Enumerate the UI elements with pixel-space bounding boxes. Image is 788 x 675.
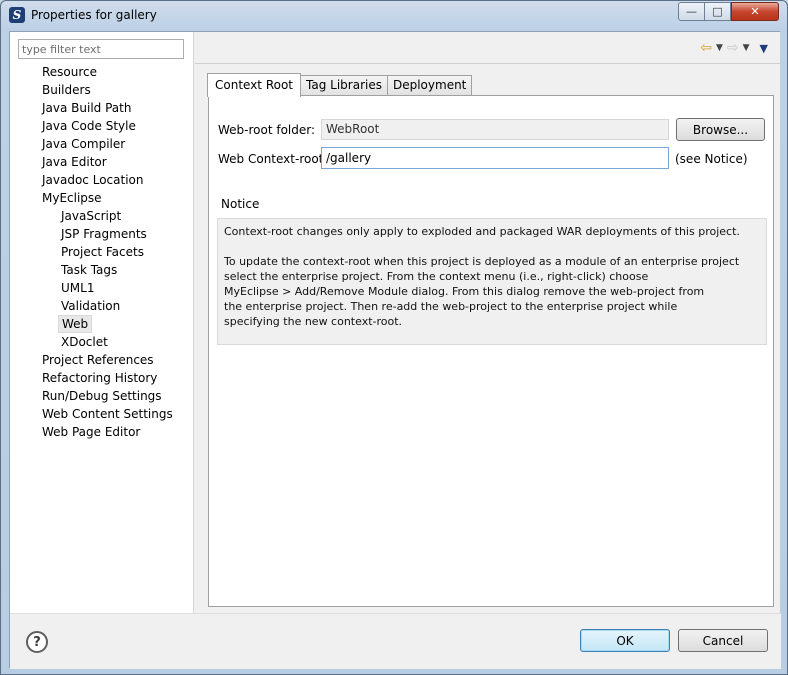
tree-item-java-compiler[interactable]: Java Compiler <box>10 135 194 153</box>
tree-item-label: Project Facets <box>61 245 144 259</box>
tree-item-java-build-path[interactable]: Java Build Path <box>10 99 194 117</box>
left-navigation-pane: Resource Builders Java Build Path Java Code… <box>10 32 194 613</box>
minimize-button[interactable]: — <box>678 2 705 21</box>
tree-item-label: JavaScript <box>61 209 122 223</box>
notice-heading: Notice <box>221 197 260 211</box>
context-root-label: Web Context-root: <box>218 152 328 166</box>
tree-item-label: Web Page Editor <box>42 425 141 439</box>
tree-item-label: Web Content Settings <box>42 407 173 421</box>
tree-item-validation[interactable]: Validation <box>10 297 194 315</box>
notice-paragraph: To update the context-root when this pro… <box>224 255 740 328</box>
tree-item-resource[interactable]: Resource <box>10 63 194 81</box>
tree-item-label: Javadoc Location <box>42 173 144 187</box>
tree-item-refactoring-history[interactable]: Refactoring History <box>10 369 194 387</box>
context-root-input[interactable] <box>321 147 669 169</box>
cancel-button[interactable]: Cancel <box>678 629 768 652</box>
tree-item-web-content-settings[interactable]: Web Content Settings <box>10 405 194 423</box>
tab-deployment[interactable]: Deployment <box>386 75 473 96</box>
tree-item-uml1[interactable]: UML1 <box>10 279 194 297</box>
tree-item-label: Web <box>58 315 93 333</box>
tree-item-run-debug-settings[interactable]: Run/Debug Settings <box>10 387 194 405</box>
tree-item-jsp-fragments[interactable]: JSP Fragments <box>10 225 194 243</box>
close-button[interactable]: ✕ <box>731 2 779 21</box>
view-menu-icon[interactable]: ▼ <box>760 42 768 55</box>
tree-item-javascript[interactable]: JavaScript <box>10 207 194 225</box>
header-divider <box>195 63 780 64</box>
window-title: Properties for gallery <box>31 8 157 22</box>
tree-item-label: Builders <box>42 83 91 97</box>
webroot-folder-label: Web-root folder: <box>218 123 316 137</box>
tree-item-javadoc-location[interactable]: Javadoc Location <box>10 171 194 189</box>
tree-item-web[interactable]: Web <box>10 315 194 333</box>
tree-item-java-editor[interactable]: Java Editor <box>10 153 194 171</box>
tree-item-web-page-editor[interactable]: Web Page Editor <box>10 423 194 441</box>
tree-item-project-references[interactable]: Project References <box>10 351 194 369</box>
browse-button[interactable]: Browse... <box>676 118 765 141</box>
dialog-client-area: Resource Builders Java Build Path Java Code… <box>9 31 781 669</box>
notice-box: Context-root changes only apply to explo… <box>217 218 767 345</box>
tree-item-label: Project References <box>42 353 154 367</box>
page-navigation: ⇦ ▼ ⇨ ▼ ▼ <box>700 40 768 56</box>
tree-item-label: UML1 <box>61 281 95 295</box>
filter-input[interactable] <box>18 39 184 59</box>
myeclipse-app-icon: S <box>9 7 25 23</box>
tree-item-label: Refactoring History <box>42 371 158 385</box>
tree-item-label: Task Tags <box>61 263 118 277</box>
button-bar: ? OK Cancel <box>10 613 781 669</box>
ok-button[interactable]: OK <box>580 629 670 652</box>
tab-tag-libraries[interactable]: Tag Libraries <box>300 75 388 96</box>
property-page-pane: ⇦ ▼ ⇨ ▼ ▼ Context Root Tag Libraries Deplo… <box>195 32 780 613</box>
tab-context-root[interactable]: Context Root <box>207 73 302 97</box>
tree-item-java-code-style[interactable]: Java Code Style <box>10 117 194 135</box>
tree-item-label: XDoclet <box>61 335 108 349</box>
webroot-folder-field: WebRoot <box>321 119 669 140</box>
tree-item-label: Run/Debug Settings <box>42 389 162 403</box>
tree-item-label: Java Build Path <box>42 101 132 115</box>
tab-bar: Context Root Tag Libraries Deployment <box>207 73 473 97</box>
tree-item-label: Java Editor <box>42 155 107 169</box>
arrow-right-icon[interactable]: ⇨ <box>727 40 739 56</box>
tree-item-builders[interactable]: Builders <box>10 81 194 99</box>
arrow-left-icon[interactable]: ⇦ <box>700 40 712 56</box>
title-bar[interactable]: S Properties for gallery — □ ✕ <box>1 1 787 31</box>
notice-paragraph: Context-root changes only apply to explo… <box>224 225 740 238</box>
property-page-tree: Resource Builders Java Build Path Java Code… <box>10 63 194 441</box>
see-notice-text: (see Notice) <box>675 152 748 166</box>
help-icon[interactable]: ? <box>26 631 48 653</box>
tree-item-label: Java Compiler <box>42 137 126 151</box>
context-root-panel: Web-root folder: WebRoot Browse... Web C… <box>208 95 774 607</box>
tree-item-project-facets[interactable]: Project Facets <box>10 243 194 261</box>
properties-dialog: S Properties for gallery — □ ✕ Resource B… <box>0 0 788 675</box>
tree-item-label: MyEclipse <box>42 191 102 205</box>
tree-item-label: Validation <box>61 299 121 313</box>
maximize-button[interactable]: □ <box>704 2 731 21</box>
tree-item-task-tags[interactable]: Task Tags <box>10 261 194 279</box>
tree-item-label: Resource <box>42 65 98 79</box>
chevron-down-icon[interactable]: ▼ <box>743 43 750 53</box>
tree-item-label: Java Code Style <box>42 119 136 133</box>
tree-item-xdoclet[interactable]: XDoclet <box>10 333 194 351</box>
tree-item-myeclipse[interactable]: MyEclipse <box>10 189 194 207</box>
tree-item-label: JSP Fragments <box>61 227 147 241</box>
chevron-down-icon[interactable]: ▼ <box>716 43 723 53</box>
